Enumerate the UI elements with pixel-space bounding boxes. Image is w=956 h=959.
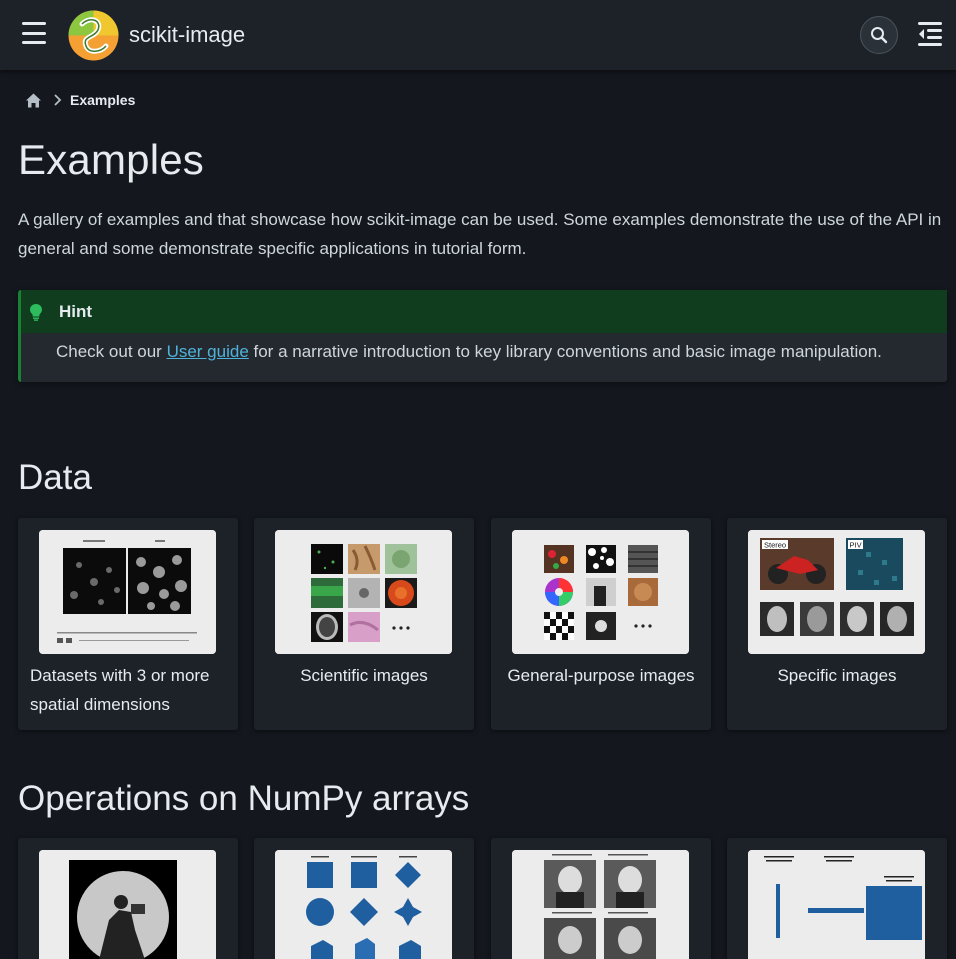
hamburger-menu-icon[interactable] bbox=[22, 22, 46, 44]
card-label: Scientific images bbox=[300, 666, 428, 685]
breadcrumb: Examples bbox=[25, 90, 135, 110]
hint-body: Check out our User guide for a narrative… bbox=[21, 333, 947, 362]
thumb-label-stereo: Stereo bbox=[764, 541, 786, 550]
chevron-right-icon bbox=[54, 94, 62, 106]
gallery-card[interactable] bbox=[254, 838, 474, 959]
site-title[interactable]: scikit-image bbox=[129, 22, 245, 48]
search-button[interactable] bbox=[860, 16, 898, 54]
gallery-card-specific-images[interactable]: Stereo PIV Specific images bbox=[727, 518, 947, 730]
card-thumbnail bbox=[512, 530, 689, 654]
gallery-card[interactable] bbox=[727, 838, 947, 959]
card-thumbnail: Stereo PIV bbox=[748, 530, 925, 654]
hint-admonition: Hint Check out our User guide for a narr… bbox=[18, 290, 947, 382]
section-title-data: Data bbox=[18, 458, 92, 497]
top-navbar: scikit-image bbox=[0, 0, 956, 70]
card-label: General-purpose images bbox=[507, 666, 695, 685]
page-title: Examples bbox=[18, 136, 205, 183]
card-thumbnail bbox=[512, 850, 689, 959]
card-label: Datasets with 3 or more spatial dimensio… bbox=[30, 666, 210, 714]
page-intro: A gallery of examples and that showcase … bbox=[18, 210, 942, 258]
card-thumbnail bbox=[275, 850, 452, 959]
hint-text-before: Check out our bbox=[56, 342, 167, 361]
search-icon bbox=[871, 27, 888, 44]
scikit-image-logo[interactable] bbox=[68, 10, 119, 61]
gallery-card-general-purpose-images[interactable]: General-purpose images bbox=[491, 518, 711, 730]
card-label: Specific images bbox=[777, 666, 897, 685]
home-icon[interactable] bbox=[25, 92, 42, 109]
gallery-card[interactable] bbox=[491, 838, 711, 959]
gallery-card-datasets-3d[interactable]: Datasets with 3 or more spatial dimensio… bbox=[18, 518, 238, 730]
thumb-label-piv: PIV bbox=[850, 541, 862, 550]
hint-text-after: for a narrative introduction to key libr… bbox=[248, 342, 882, 361]
toc-toggle-icon[interactable] bbox=[916, 19, 944, 49]
lightbulb-icon bbox=[30, 303, 42, 321]
gallery-card-scientific-images[interactable]: Scientific images bbox=[254, 518, 474, 730]
card-thumbnail bbox=[275, 530, 452, 654]
user-guide-link[interactable]: User guide bbox=[167, 342, 249, 361]
section-title-numpy-operations: Operations on NumPy arrays bbox=[18, 779, 470, 818]
gallery-card[interactable] bbox=[18, 838, 238, 959]
card-thumbnail bbox=[39, 530, 216, 654]
hint-header: Hint bbox=[21, 290, 947, 333]
hint-title: Hint bbox=[59, 301, 93, 321]
breadcrumb-current: Examples bbox=[70, 92, 136, 108]
card-thumbnail bbox=[748, 850, 925, 959]
card-thumbnail bbox=[39, 850, 216, 959]
